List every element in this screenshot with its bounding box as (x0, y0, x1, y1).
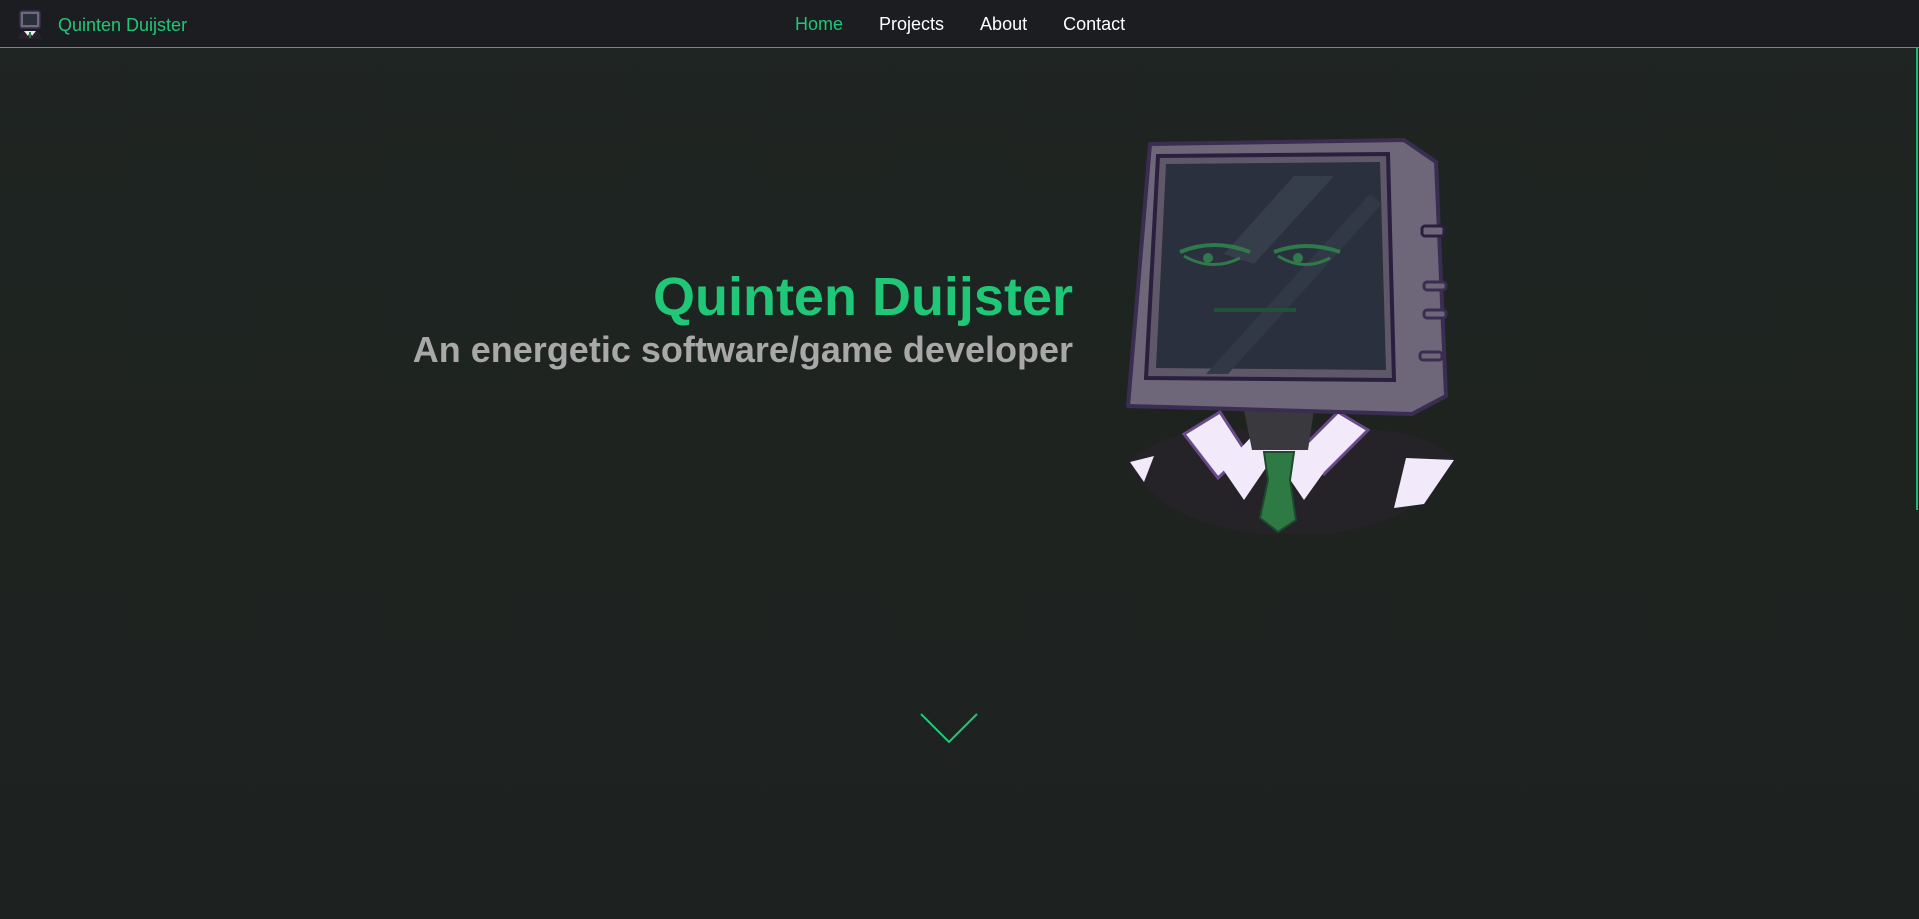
chevron-down-icon[interactable] (919, 712, 979, 746)
hero-title: Quinten Duijster (652, 267, 1073, 327)
top-navbar: Quinten Duijster Home Projects About Con… (0, 0, 1919, 48)
tv-head-avatar-icon (1126, 138, 1454, 534)
nav-link-projects[interactable]: Projects (879, 13, 944, 35)
page: Quinten Duijster Home Projects About Con… (0, 0, 1919, 919)
hero-subtitle: An energetic software/game developer (412, 329, 1073, 370)
nav-links: Home Projects About Contact (795, 13, 1161, 35)
nav-link-contact[interactable]: Contact (1063, 13, 1125, 35)
brand-link[interactable]: Quinten Duijster (14, 8, 187, 42)
brand-logo-icon (18, 10, 42, 39)
nav-link-about[interactable]: About (980, 13, 1027, 35)
brand-name: Quinten Duijster (58, 14, 188, 35)
scroll-indicator-line (1916, 48, 1918, 510)
nav-link-home[interactable]: Home (795, 13, 843, 35)
